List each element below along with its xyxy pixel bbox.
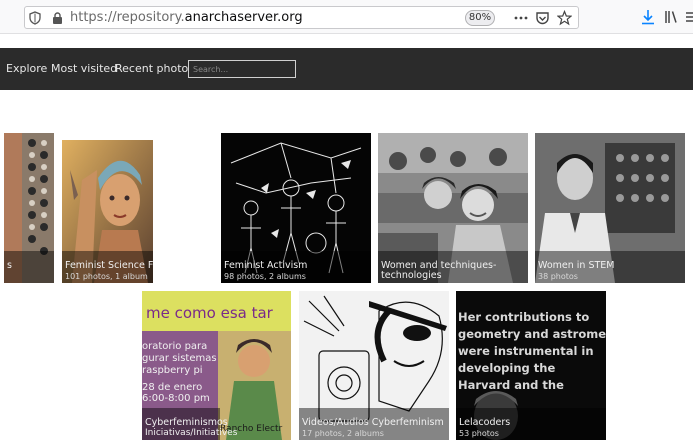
album-tile[interactable]: Women in STEM 38 photos (535, 133, 685, 283)
address-bar[interactable]: https://repository.anarchaserver.org 80% (24, 6, 579, 29)
album-title[interactable]: Cyberfeminismos (145, 417, 228, 428)
menu-icon[interactable] (686, 9, 693, 25)
shield-icon[interactable] (29, 11, 41, 25)
album-caption: s (4, 251, 54, 283)
zoom-badge[interactable]: 80% (465, 10, 495, 26)
album-count: 38 photos (538, 272, 578, 281)
poster-line: raspberry pi (142, 365, 203, 376)
quote-line: geometry and astrometry (458, 327, 606, 341)
nav-most-visited[interactable]: Most visited (51, 62, 117, 75)
url-host: anarchaserver.org (184, 10, 303, 25)
album-caption: Cyberfeminismos Iniciativas/Initiatives (142, 408, 237, 440)
quote-line: Her contributions to (458, 310, 589, 324)
poster-line: oratorio para (142, 341, 207, 352)
album-title[interactable]: Feminist Science Fiction (65, 260, 153, 271)
quote-line: were instrumental in (458, 344, 594, 358)
album-tile[interactable]: Women and techniques- technologies (378, 133, 528, 283)
pocket-icon[interactable] (535, 10, 550, 26)
poster-line: 28 de enero (142, 382, 202, 393)
star-icon[interactable] (557, 10, 572, 26)
library-icon[interactable] (664, 9, 678, 25)
album-title-line2: Iniciativas/Initiatives (145, 428, 238, 438)
quote-line: developing the (458, 361, 555, 375)
lock-icon[interactable] (52, 12, 63, 24)
album-tile[interactable]: Her contributions to geometry and astrom… (456, 291, 606, 440)
album-title[interactable]: Women in STEM (538, 260, 615, 271)
browser-toolbar: https://repository.anarchaserver.org 80% (0, 0, 693, 34)
album-count: 101 photos, 1 album (65, 272, 148, 281)
album-tile[interactable]: me como esa tar oratorio para gurar sist… (142, 291, 291, 440)
album-count: 53 photos (459, 429, 499, 438)
poster-line: gurar sistemas (142, 353, 217, 364)
album-tile[interactable]: Videos/Audios Cyberfeminism 17 photos, 2… (299, 291, 449, 440)
album-title-line2: technologies (381, 270, 442, 281)
album-tile[interactable]: Feminist Activism 98 photos, 2 albums (221, 133, 371, 283)
album-title[interactable]: Videos/Audios Cyberfeminism (302, 417, 444, 428)
album-title[interactable]: Feminist Activism (224, 260, 307, 271)
search-input[interactable] (188, 60, 296, 78)
album-count: 98 photos, 2 albums (224, 272, 306, 281)
nav-recent-photos[interactable]: Recent photos (115, 62, 194, 75)
album-caption: Women and techniques- technologies (378, 251, 528, 283)
nav-explore[interactable]: Explore (6, 62, 47, 75)
album-caption: Feminist Science Fiction 101 photos, 1 a… (62, 251, 153, 283)
quote-line: Harvard and the (458, 378, 564, 392)
download-icon[interactable] (641, 9, 655, 25)
album-title[interactable]: Lelacoders (459, 417, 510, 428)
poster-banner-text: me como esa tar (146, 304, 274, 322)
album-caption: Feminist Activism 98 photos, 2 albums (221, 251, 371, 283)
more-actions-icon[interactable] (513, 10, 529, 26)
site-navbar: Explore Most visited Recent photos (0, 48, 693, 90)
album-title[interactable]: s (7, 260, 12, 271)
album-caption: Lelacoders 53 photos (456, 408, 606, 440)
album-count: 17 photos, 2 albums (302, 429, 384, 438)
poster-line: 6:00-8:00 pm (142, 393, 210, 404)
album-tile[interactable]: s (4, 133, 54, 283)
album-tile[interactable]: Feminist Science Fiction 101 photos, 1 a… (62, 140, 153, 283)
url-text[interactable]: https://repository.anarchaserver.org (70, 10, 303, 25)
url-scheme: https://repository. (70, 10, 185, 25)
album-caption: Videos/Audios Cyberfeminism 17 photos, 2… (299, 408, 449, 440)
album-caption: Women in STEM 38 photos (535, 251, 685, 283)
